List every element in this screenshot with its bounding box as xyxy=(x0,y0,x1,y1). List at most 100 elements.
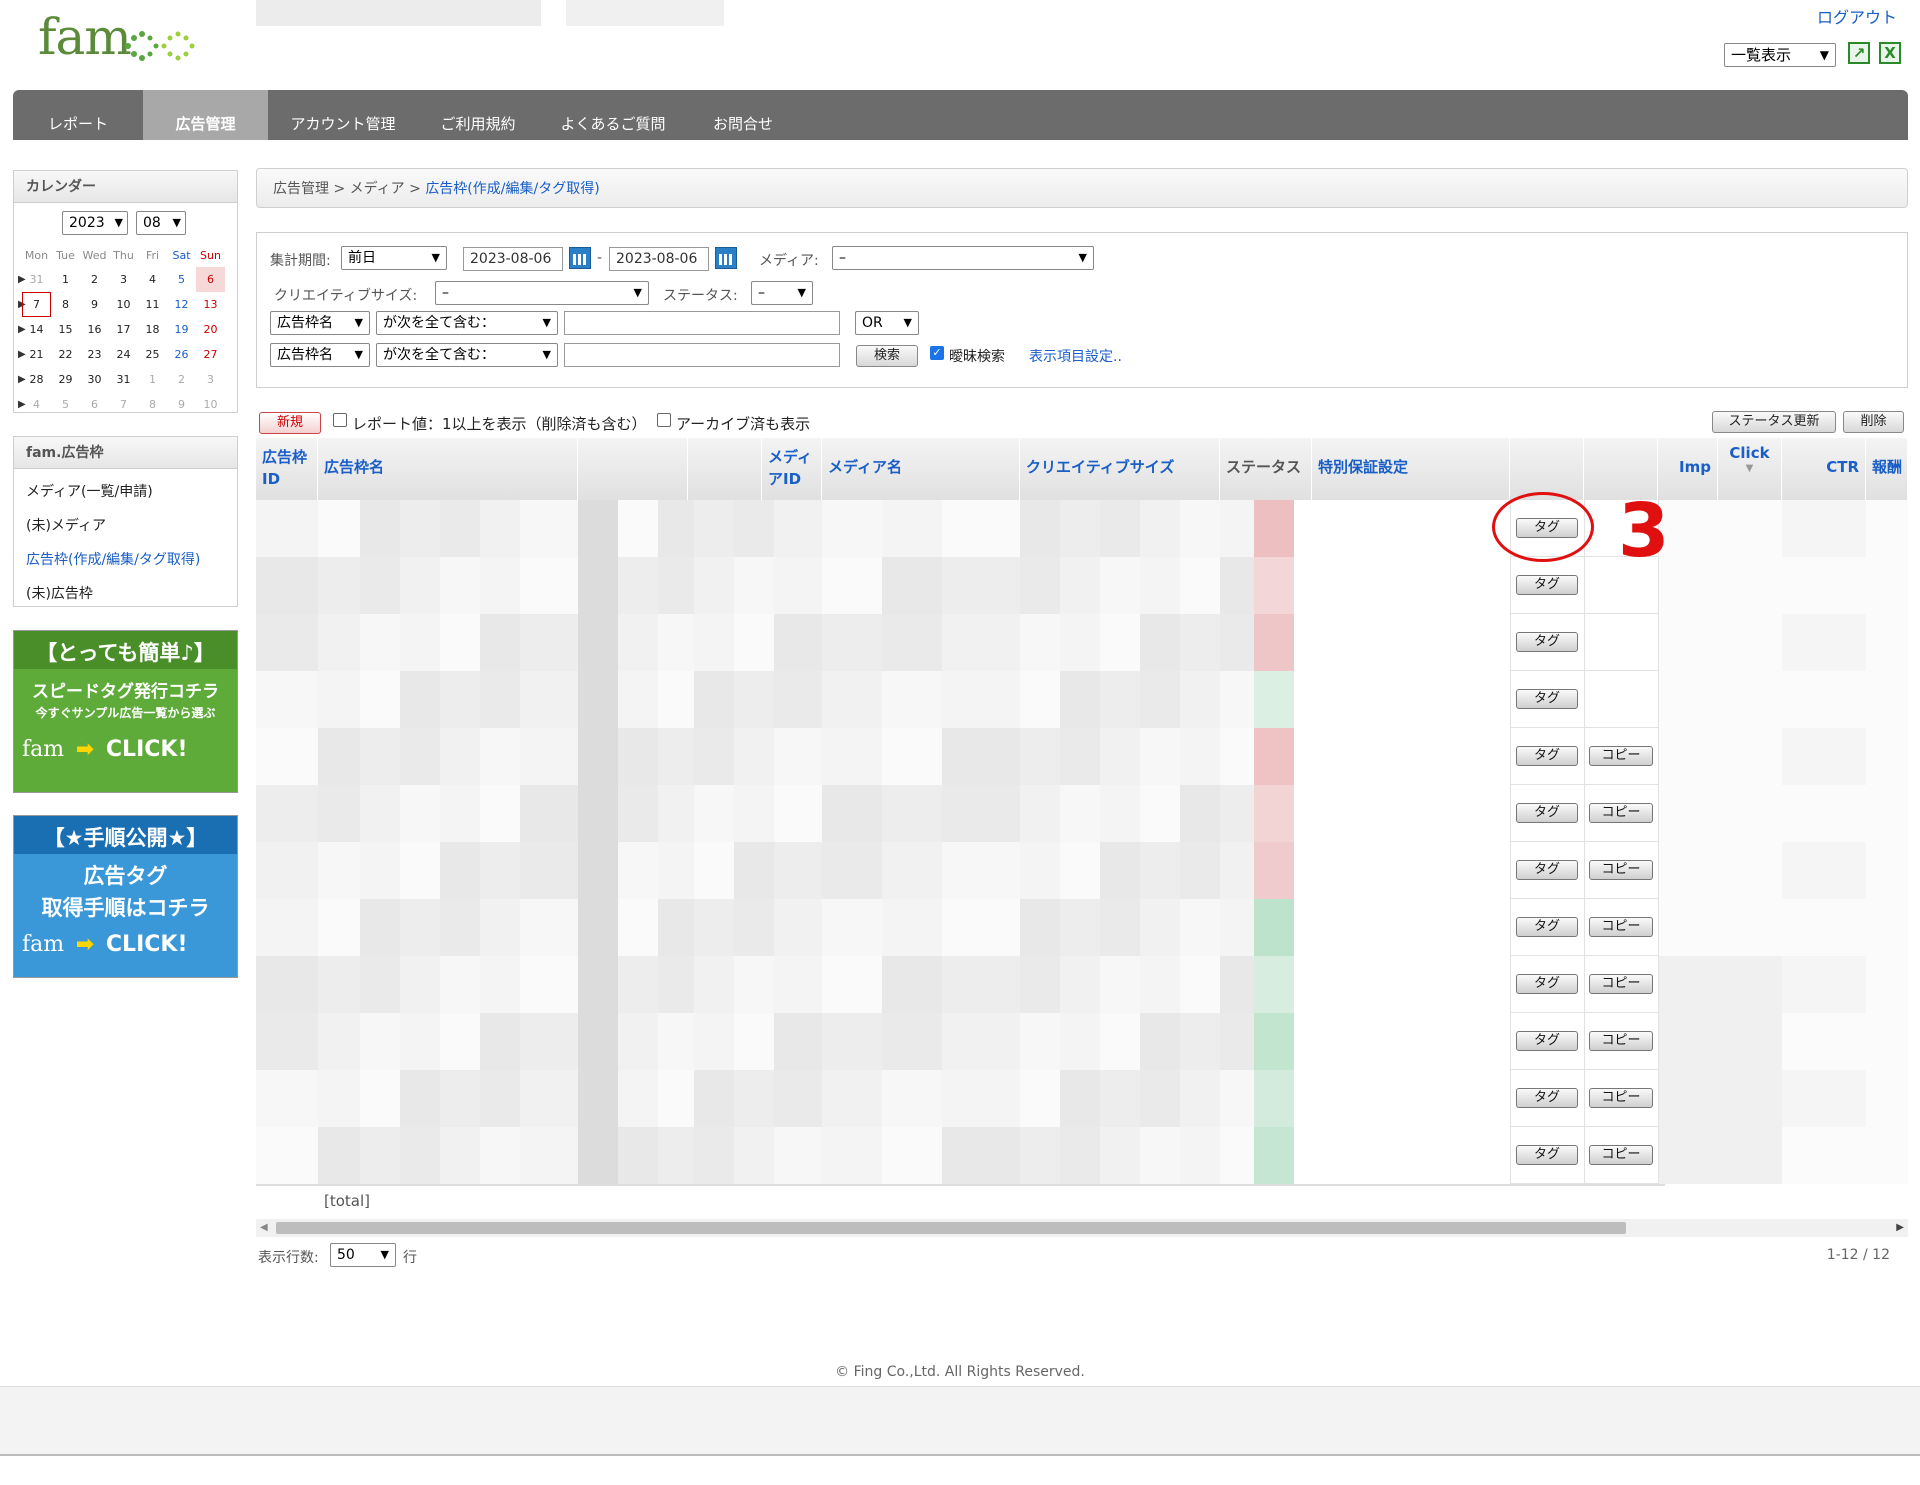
calendar-day[interactable]: 5 xyxy=(167,267,196,292)
calendar-day[interactable]: 19 xyxy=(167,317,196,342)
col-header-slot-id[interactable]: 広告枠ID xyxy=(256,438,318,500)
calendar-day[interactable]: 16 xyxy=(80,317,109,342)
calendar-day[interactable]: 22 xyxy=(51,342,80,367)
calendar-day[interactable]: 9 xyxy=(80,292,109,317)
col-header-click[interactable]: Click ▼ xyxy=(1718,438,1782,500)
calendar-day[interactable]: 20 xyxy=(196,317,225,342)
logout-link[interactable]: ログアウト xyxy=(1817,4,1897,28)
calendar-day[interactable]: 12 xyxy=(167,292,196,317)
scroll-left-icon[interactable]: ◀ xyxy=(260,1222,268,1233)
calendar-day[interactable]: 23 xyxy=(80,342,109,367)
calendar-day[interactable]: 28 xyxy=(22,367,51,392)
calendar-day[interactable]: 3 xyxy=(196,367,225,392)
calendar-month-select[interactable]: 08 ▼ xyxy=(136,211,186,235)
side-item-media-list[interactable]: メディア(一覧/申請) xyxy=(26,481,153,501)
tag-button[interactable]: タグ xyxy=(1516,803,1578,823)
nav-item-contact[interactable]: お問合せ xyxy=(688,90,798,140)
side-item-unapproved-media[interactable]: (未)メディア xyxy=(26,515,106,535)
copy-button[interactable]: コピー xyxy=(1589,803,1653,823)
filter-operator-select-2[interactable]: が次を全て含む： ▼ xyxy=(376,343,558,367)
filter-keyword-input-2[interactable] xyxy=(564,343,840,367)
col-header-creative-size[interactable]: クリエイティブサイズ xyxy=(1020,438,1220,500)
calendar-day[interactable]: 4 xyxy=(22,392,51,417)
tag-button[interactable]: タグ xyxy=(1516,1088,1578,1108)
calendar-day[interactable]: 1 xyxy=(51,267,80,292)
tag-button[interactable]: タグ xyxy=(1516,974,1578,994)
tag-button[interactable]: タグ xyxy=(1516,1145,1578,1165)
fuzzy-search-checkbox[interactable]: ✓ xyxy=(930,346,944,360)
calendar-day[interactable]: 6 xyxy=(80,392,109,417)
calendar-day[interactable]: 8 xyxy=(51,292,80,317)
col-header-reward[interactable]: 報酬 xyxy=(1866,438,1908,500)
calendar-day[interactable]: 10 xyxy=(196,392,225,417)
calendar-day[interactable]: 8 xyxy=(138,392,167,417)
rows-per-page-select[interactable]: 50 ▼ xyxy=(330,1243,396,1267)
calendar-day[interactable]: 15 xyxy=(51,317,80,342)
copy-button[interactable]: コピー xyxy=(1589,860,1653,880)
calendar-day[interactable]: 18 xyxy=(138,317,167,342)
calendar-day[interactable]: 7 xyxy=(109,392,138,417)
calendar-day[interactable]: 31 xyxy=(109,367,138,392)
calendar-day[interactable]: 24 xyxy=(109,342,138,367)
calendar-day[interactable]: 5 xyxy=(51,392,80,417)
calendar-day[interactable]: 21 xyxy=(22,342,51,367)
tag-button[interactable]: タグ xyxy=(1516,632,1578,652)
period-select[interactable]: 前日 ▼ xyxy=(341,246,447,270)
status-update-button[interactable]: ステータス更新 xyxy=(1712,411,1836,433)
copy-button[interactable]: コピー xyxy=(1589,917,1653,937)
calendar-day[interactable]: 9 xyxy=(167,392,196,417)
copy-button[interactable]: コピー xyxy=(1589,1088,1653,1108)
search-button[interactable]: 検索 xyxy=(856,345,918,367)
calendar-day[interactable]: 2 xyxy=(167,367,196,392)
calendar-day[interactable]: 17 xyxy=(109,317,138,342)
tag-button[interactable]: タグ xyxy=(1516,860,1578,880)
calendar-day[interactable]: 14 xyxy=(22,317,51,342)
calendar-day[interactable]: 11 xyxy=(138,292,167,317)
calendar-day[interactable]: 1 xyxy=(138,367,167,392)
excel-icon[interactable]: X xyxy=(1879,42,1901,64)
filter-field-select-1[interactable]: 広告枠名 ▼ xyxy=(270,311,370,335)
filter-logic-select[interactable]: OR ▼ xyxy=(855,311,919,335)
copy-button[interactable]: コピー xyxy=(1589,1031,1653,1051)
calendar-day[interactable]: 27 xyxy=(196,342,225,367)
breadcrumb-media[interactable]: メディア xyxy=(350,181,405,197)
side-item-unapproved-slot[interactable]: (未)広告枠 xyxy=(26,583,93,603)
tag-button[interactable]: タグ xyxy=(1516,917,1578,937)
nav-item-account[interactable]: アカウント管理 xyxy=(268,90,418,140)
calendar-day[interactable]: 29 xyxy=(51,367,80,392)
date-to-input[interactable]: 2023-08-06 xyxy=(609,247,709,271)
delete-button[interactable]: 削除 xyxy=(1843,411,1904,433)
side-item-ad-slot[interactable]: 広告枠(作成/編集/タグ取得) xyxy=(26,549,200,569)
copy-button[interactable]: コピー xyxy=(1589,1145,1653,1165)
report-value-checkbox[interactable] xyxy=(333,413,347,427)
new-button[interactable]: 新規 xyxy=(259,412,321,434)
nav-item-faq[interactable]: よくあるご質問 xyxy=(538,90,688,140)
calendar-day[interactable]: 26 xyxy=(167,342,196,367)
tag-button[interactable]: タグ xyxy=(1516,689,1578,709)
date-from-input[interactable]: 2023-08-06 xyxy=(463,247,563,271)
copy-button[interactable]: コピー xyxy=(1589,974,1653,994)
filter-keyword-input-1[interactable] xyxy=(564,311,840,335)
calendar-icon[interactable] xyxy=(569,247,591,269)
calendar-day[interactable]: 4 xyxy=(138,267,167,292)
tag-guide-banner[interactable]: 【★手順公開★】 広告タグ 取得手順はコチラ fam ➡ CLICK! xyxy=(13,815,238,978)
filter-operator-select-1[interactable]: が次を全て含む： ▼ xyxy=(376,311,558,335)
excel-export-icon[interactable]: ↗ xyxy=(1848,42,1870,64)
calendar-day[interactable]: 31 xyxy=(22,267,51,292)
scrollbar-thumb[interactable] xyxy=(276,1222,1626,1234)
nav-item-ad-management[interactable]: 広告管理 xyxy=(143,90,268,140)
calendar-day[interactable]: 10 xyxy=(109,292,138,317)
fam-logo[interactable]: fam xyxy=(36,6,206,68)
view-mode-select[interactable]: 一覧表示 ▼ xyxy=(1724,43,1836,67)
calendar-day[interactable]: 7 xyxy=(22,292,51,317)
breadcrumb-ad-management[interactable]: 広告管理 xyxy=(273,181,329,197)
col-header-media-id[interactable]: メディアID xyxy=(762,438,822,500)
col-header-slot-name[interactable]: 広告枠名 xyxy=(318,438,578,500)
calendar-day[interactable]: 6 xyxy=(196,267,225,292)
creative-size-select[interactable]: – ▼ xyxy=(435,281,649,305)
calendar-day[interactable]: 13 xyxy=(196,292,225,317)
display-settings-link[interactable]: 表示項目設定.. xyxy=(1029,346,1122,366)
col-header-special-guarantee[interactable]: 特別保証設定 xyxy=(1312,438,1510,500)
filter-field-select-2[interactable]: 広告枠名 ▼ xyxy=(270,343,370,367)
scroll-right-icon[interactable]: ▶ xyxy=(1896,1222,1904,1233)
